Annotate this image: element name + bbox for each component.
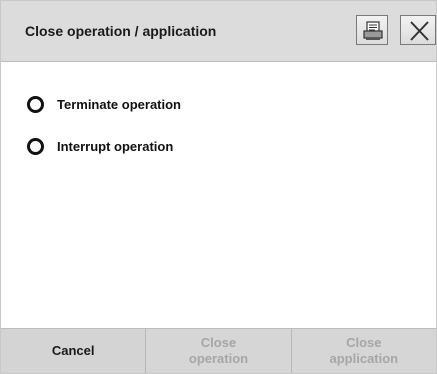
interrupt-operation-option[interactable]: Interrupt operation <box>27 136 173 156</box>
dialog-title: Close operation / application <box>25 23 217 39</box>
dialog-titlebar: Close operation / application <box>1 1 436 62</box>
terminate-operation-option[interactable]: Terminate operation <box>27 94 181 114</box>
printer-icon <box>363 21 383 40</box>
radio-button[interactable] <box>27 95 44 113</box>
close-operation-button[interactable]: Close operation <box>146 329 292 373</box>
option-label: Terminate operation <box>57 96 182 112</box>
cancel-button[interactable]: Cancel <box>1 329 147 373</box>
dialog-footer: Cancel Close operation Close application <box>1 328 436 373</box>
radio-button[interactable] <box>27 137 44 155</box>
print-button[interactable] <box>356 15 388 45</box>
close-dialog: Close operation / application Terminate … <box>0 0 437 374</box>
option-label: Interrupt operation <box>57 138 174 154</box>
close-icon <box>410 21 429 41</box>
close-button[interactable] <box>400 15 436 45</box>
close-application-button[interactable]: Close application <box>291 329 436 373</box>
